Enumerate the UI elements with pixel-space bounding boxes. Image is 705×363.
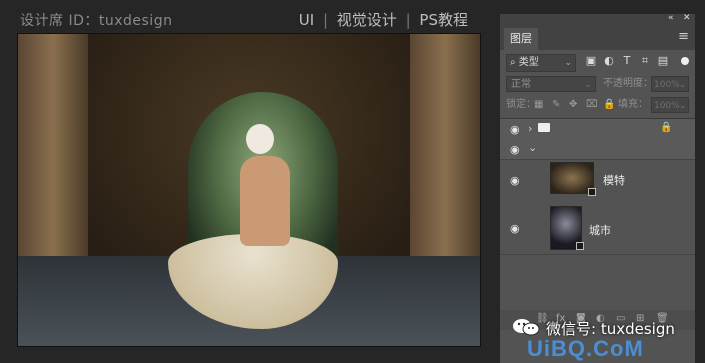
smart-object-icon [588,188,596,196]
chevron-down-icon: ⌄ [679,101,686,110]
collapse-icon[interactable]: « [668,13,674,23]
close-icon[interactable]: ✕ [683,13,691,23]
panel-menu-icon[interactable]: ≡ [678,29,689,44]
lock-transparent-icon[interactable]: ▦ [534,99,543,110]
layer-group[interactable]: ◉ › 🔒 [500,119,695,142]
chevron-right-icon[interactable]: › [528,122,532,135]
opacity-label: 不透明度： [603,78,653,89]
adjustment-filter-icon[interactable]: ◐ [602,54,616,68]
lock-artboard-icon[interactable]: ⌧ [586,99,598,110]
link-separator: | [405,11,411,29]
panel-tab-bar: 图层 ≡ [500,26,695,50]
dancer-head [246,124,274,154]
lock-icon: 🔒 [660,122,673,133]
chevron-down-icon: ⌄ [584,80,592,90]
eye-icon[interactable]: ◉ [510,123,520,136]
chevron-down-icon: ⌄ [679,80,686,89]
opacity-value: 100% [654,80,680,90]
dancer-body [240,156,290,246]
ui-link[interactable]: UI [299,11,314,29]
layer-subgroup[interactable]: ◉ ⌄ [500,141,695,160]
chevron-down-icon[interactable]: ⌄ [528,141,537,154]
fill-input[interactable]: 100% ⌄ [651,97,689,113]
filter-kind-select[interactable]: ⌕ 类型 ⌄ [506,54,576,72]
smart-object-icon [576,242,584,250]
filter-kind-label: 类型 [518,57,539,68]
layer-row-city[interactable]: ◉ 城市 [500,204,695,255]
smart-object-filter-icon[interactable]: ▤ [656,54,670,68]
link-separator: | [322,11,328,29]
panel-titlebar: « ✕ [500,13,695,26]
chevron-down-icon: ⌄ [564,58,572,68]
search-icon: ⌕ [510,57,516,68]
tab-layers[interactable]: 图层 [504,28,538,50]
eye-icon[interactable]: ◉ [510,174,520,187]
blend-mode-value: 正常 [511,79,531,90]
eye-icon[interactable]: ◉ [510,143,520,156]
layer-name: 模特 [603,174,625,187]
top-bar: 设计席 ID：tuxdesign UI | 视觉设计 | PS教程 [0,0,500,32]
filter-toggle-icon[interactable] [681,57,689,65]
layer-name: 城市 [589,224,611,237]
folder-icon [538,123,550,132]
fill-label: 填充： [618,99,648,110]
filter-row: ⌕ 类型 ⌄ ▣ ◐ T ⌗ ▤ [506,54,689,72]
image-filter-icon[interactable]: ▣ [584,54,598,68]
blend-mode-select[interactable]: 正常 ⌄ [506,76,596,92]
lock-row: 锁定： ▦ ✎ ✥ ⌧ 🔒 填充： 100% ⌄ [506,97,689,115]
wechat-logo-icon [513,319,540,336]
shape-filter-icon[interactable]: ⌗ [638,54,652,68]
lock-all-icon[interactable]: 🔒 [603,99,615,110]
lock-label: 锁定： [506,99,536,110]
canvas-photo[interactable] [17,33,481,347]
eye-icon[interactable]: ◉ [510,222,520,235]
lock-pixels-icon[interactable]: ✎ [552,99,560,110]
layers-panel: « ✕ 图层 ≡ ⌕ 类型 ⌄ ▣ ◐ T ⌗ ▤ 正常 ⌄ 不透明度： 100… [500,13,695,363]
opacity-input[interactable]: 100% ⌄ [651,76,689,92]
type-filter-icon[interactable]: T [620,54,634,68]
site-watermark: UiBQ.CoM [527,336,644,361]
visual-design-link[interactable]: 视觉设计 [337,11,397,29]
blend-row: 正常 ⌄ 不透明度： 100% ⌄ [506,76,689,94]
fill-value: 100% [654,101,680,111]
designer-id-label: 设计席 ID：tuxdesign [20,13,173,29]
category-links: UI | 视觉设计 | PS教程 [299,9,468,30]
layer-row-model[interactable]: ◉ 模特 [500,160,695,205]
lock-position-icon[interactable]: ✥ [569,99,577,110]
ps-tutorial-link[interactable]: PS教程 [419,11,468,29]
